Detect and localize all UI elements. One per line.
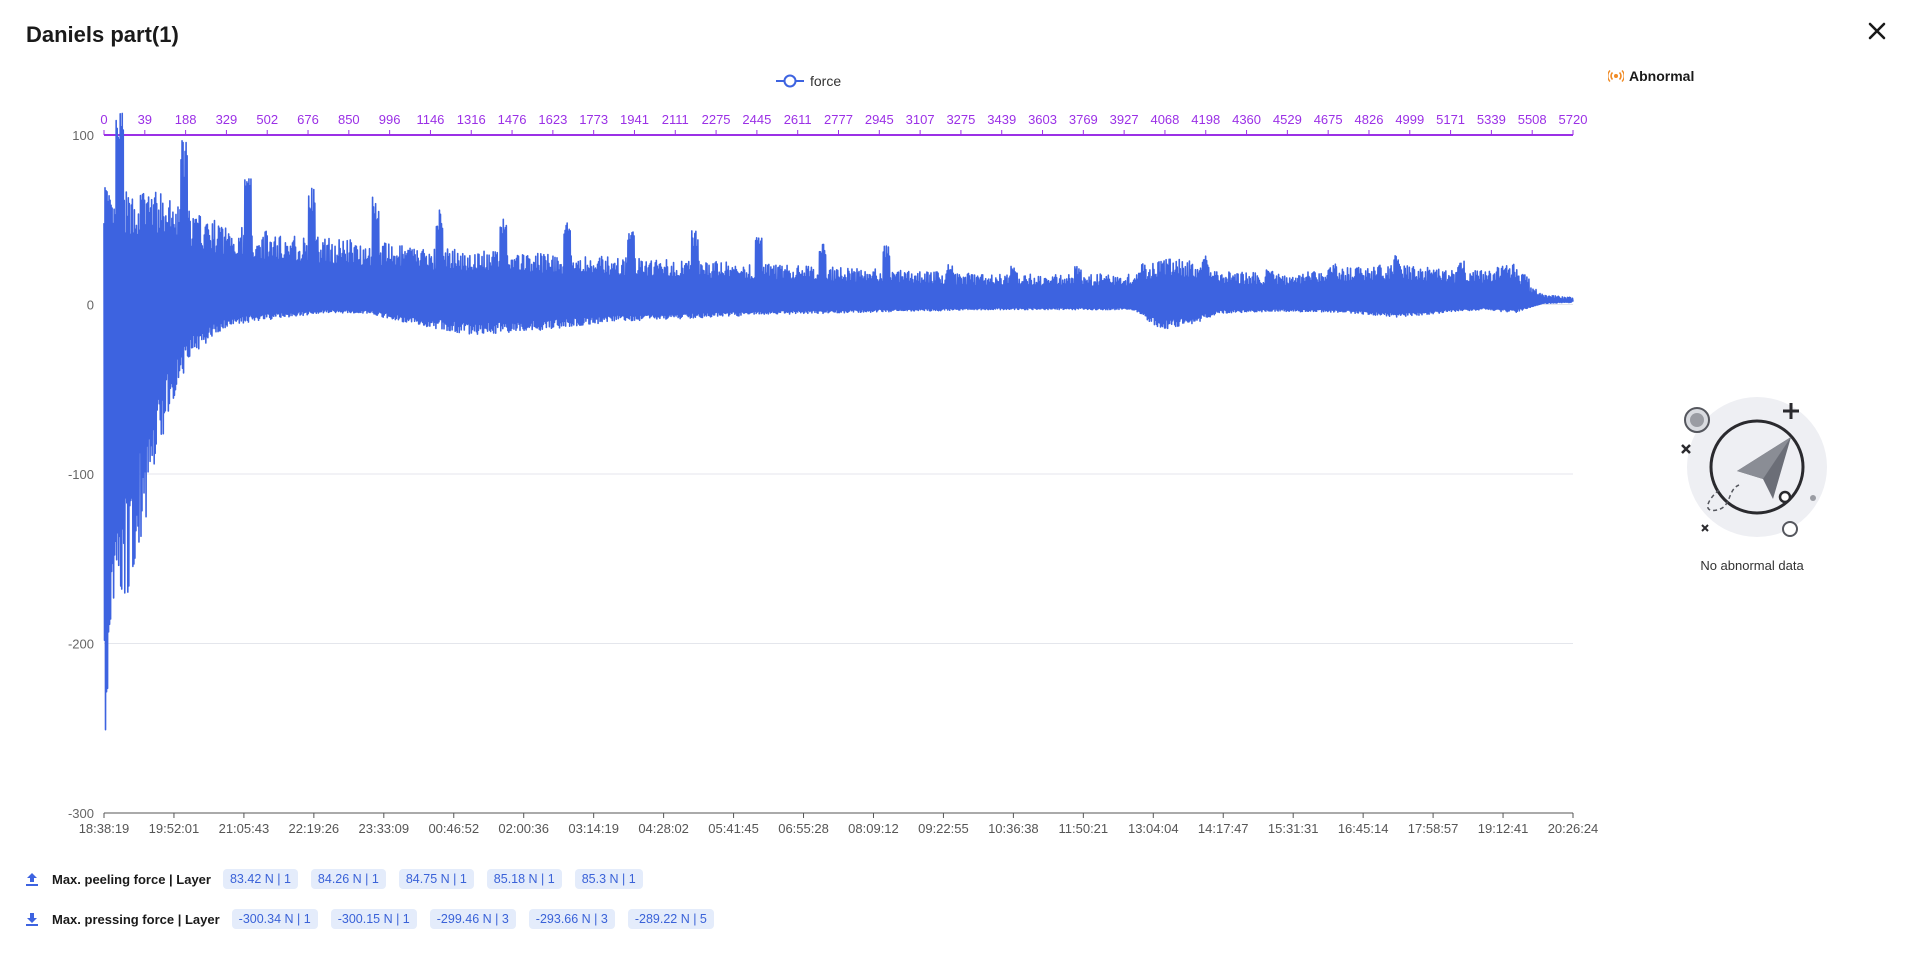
- x-bottom-tick-label: 04:28:02: [638, 821, 689, 836]
- pressing-value-chip: -300.34 N | 1: [231, 909, 318, 929]
- y-tick-label: -100: [68, 467, 94, 482]
- x-bottom-tick-label: 08:09:12: [848, 821, 899, 836]
- x-top-tick-label: 188: [175, 112, 197, 127]
- x-bottom-tick-label: 09:22:55: [918, 821, 969, 836]
- x-top-tick-label: 5171: [1436, 112, 1465, 127]
- x-top-tick-label: 3439: [987, 112, 1016, 127]
- y-tick-label: 100: [72, 128, 94, 143]
- x-top-tick-label: 1623: [538, 112, 567, 127]
- y-tick-label: -200: [68, 637, 94, 652]
- x-top-tick-label: 996: [379, 112, 401, 127]
- x-top-tick-label: 850: [338, 112, 360, 127]
- x-bottom-tick-label: 20:26:24: [1548, 821, 1599, 836]
- pressing-force-row: Max. pressing force | Layer -300.34 N | …: [26, 909, 717, 929]
- x-top-tick-label: 329: [216, 112, 238, 127]
- x-bottom-tick-label: 16:45:14: [1338, 821, 1389, 836]
- x-top-tick-label: 2777: [824, 112, 853, 127]
- x-top-tick-label: 1476: [498, 112, 527, 127]
- chart-legend[interactable]: force: [776, 70, 841, 92]
- peeling-value-chip: 85.18 N | 1: [486, 869, 562, 889]
- x-top-tick-label: 676: [297, 112, 319, 127]
- x-bottom-tick-label: 11:50:21: [1059, 821, 1109, 836]
- x-bottom-tick-label: 05:41:45: [708, 821, 759, 836]
- x-bottom-tick-label: 13:04:04: [1128, 821, 1179, 836]
- pressing-value-chip: -289.22 N | 5: [627, 909, 714, 929]
- x-top-tick-label: 4198: [1191, 112, 1220, 127]
- pressing-value-chip: -293.66 N | 3: [528, 909, 615, 929]
- y-tick-label: -300: [68, 806, 94, 821]
- x-bottom-tick-label: 23:33:09: [359, 821, 410, 836]
- x-top-tick-label: 3107: [906, 112, 935, 127]
- force-chart: 100 0 -100 -200 -30018:38:19 19:52:01 21:05:43…: [68, 112, 1599, 836]
- x-top-tick-label: 4529: [1273, 112, 1302, 127]
- x-top-tick-label: 5339: [1477, 112, 1506, 127]
- x-top-tick-label: 5720: [1559, 112, 1588, 127]
- x-top-tick-label: 1146: [416, 112, 444, 127]
- x-top-tick-label: 2275: [702, 112, 731, 127]
- abnormal-label: Abnormal: [1629, 68, 1695, 84]
- x-top-tick-label: 4999: [1395, 112, 1424, 127]
- peeling-value-chip: 83.42 N | 1: [222, 869, 298, 889]
- x-top-tick-label: 1316: [457, 112, 486, 127]
- x-bottom-tick-label: 17:58:57: [1408, 821, 1459, 836]
- download-arrow-icon: [26, 913, 38, 926]
- x-top-tick-label: 4360: [1232, 112, 1261, 127]
- x-bottom-tick-label: 22:19:26: [289, 821, 340, 836]
- x-top-tick-label: 1941: [620, 112, 649, 127]
- x-top-tick-label: 4675: [1314, 112, 1343, 127]
- x-top-tick-label: 4068: [1150, 112, 1179, 127]
- x-top-tick-label: 2445: [742, 112, 771, 127]
- peeling-value-chip: 84.75 N | 1: [398, 869, 474, 889]
- x-bottom-tick-label: 19:52:01: [149, 821, 200, 836]
- x-bottom-tick-label: 00:46:52: [428, 821, 479, 836]
- x-bottom-tick-label: 18:38:19: [79, 821, 130, 836]
- x-top-tick-label: 39: [138, 112, 152, 127]
- x-top-tick-label: 2611: [784, 112, 812, 127]
- x-bottom-tick-label: 21:05:43: [219, 821, 270, 836]
- x-bottom-tick-label: 03:14:19: [568, 821, 619, 836]
- x-top-tick-label: 3275: [946, 112, 975, 127]
- x-bottom-tick-label: 14:17:47: [1198, 821, 1249, 836]
- empty-state: No abnormal data: [1672, 395, 1832, 573]
- x-bottom-tick-label: 15:31:31: [1268, 821, 1319, 836]
- x-bottom-tick-label: 19:12:41: [1478, 821, 1529, 836]
- upload-arrow-icon: [26, 873, 38, 886]
- empty-text: No abnormal data: [1700, 558, 1804, 573]
- pressing-force-label: Max. pressing force | Layer: [52, 911, 220, 927]
- x-bottom-tick-label: 06:55:28: [778, 821, 829, 836]
- x-top-tick-label: 3769: [1069, 112, 1098, 127]
- abnormal-filter[interactable]: Abnormal: [1608, 68, 1694, 84]
- force-series-line: [103, 112, 1574, 731]
- peeling-value-chip: 85.3 N | 1: [574, 869, 643, 889]
- paper-plane-illustration: [1681, 397, 1827, 537]
- legend-label: force: [810, 73, 842, 89]
- x-top-tick-label: 502: [256, 112, 278, 127]
- x-bottom-tick-label: 10:36:38: [988, 821, 1039, 836]
- x-top-tick-label: 2111: [662, 112, 689, 127]
- peeling-force-row: Max. peeling force | Layer 83.42 N | 1 8…: [26, 869, 646, 889]
- peeling-force-label: Max. peeling force | Layer: [52, 871, 211, 887]
- x-top-tick-label: 0: [100, 112, 107, 127]
- pressing-value-chip: -299.46 N | 3: [429, 909, 516, 929]
- broadcast-icon: [1608, 70, 1624, 82]
- x-top-tick-label: 3603: [1028, 112, 1057, 127]
- legend-line-icon: [776, 74, 804, 88]
- x-top-tick-label: 2945: [865, 112, 894, 127]
- pressing-value-chip: -300.15 N | 1: [330, 909, 417, 929]
- peeling-value-chip: 84.26 N | 1: [310, 869, 386, 889]
- x-top-tick-label: 5508: [1518, 112, 1547, 127]
- x-top-tick-label: 4826: [1355, 112, 1384, 127]
- x-top-tick-label: 3927: [1110, 112, 1139, 127]
- x-bottom-tick-label: 02:00:36: [498, 821, 549, 836]
- x-top-tick-label: 1773: [579, 112, 608, 127]
- y-tick-label: 0: [87, 298, 94, 313]
